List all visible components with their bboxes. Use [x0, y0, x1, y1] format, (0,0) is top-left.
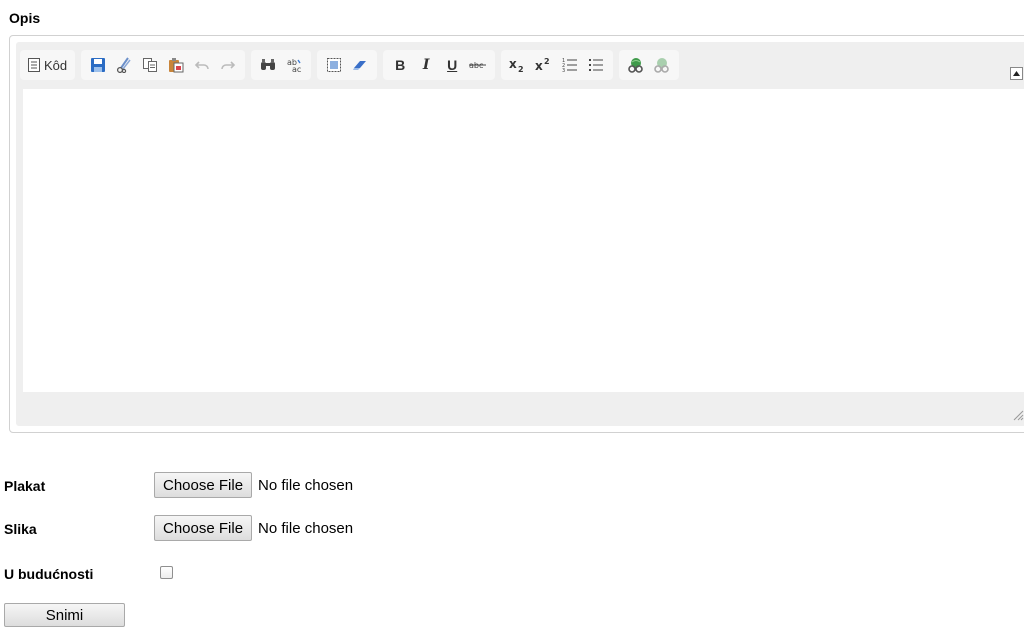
toolbar-group-links	[619, 50, 680, 80]
toolbar-group-clipboard	[81, 50, 246, 80]
slika-file-status: No file chosen	[258, 519, 354, 537]
replace-icon: abac	[287, 58, 301, 73]
save-icon	[91, 58, 106, 72]
underline-icon: U	[447, 57, 458, 73]
numbered-list-icon: 123	[562, 58, 578, 73]
slika-label: Slika	[4, 521, 37, 537]
toolbar-group-find: ab ac	[251, 50, 312, 80]
redo-icon	[221, 61, 236, 70]
toolbar-collapse-button[interactable]	[1010, 67, 1023, 80]
bold-button[interactable]: B	[387, 52, 413, 78]
strikethrough-icon: abc	[469, 61, 487, 70]
collapse-up-icon	[1013, 71, 1020, 76]
svg-text:x: x	[509, 57, 517, 71]
editor-resize-handle[interactable]	[1012, 408, 1024, 426]
toolbar-group-basic-styles: B I U abc	[383, 50, 496, 80]
svg-text:ac: ac	[292, 65, 301, 73]
cut-button[interactable]	[111, 52, 137, 78]
slika-file-input: Choose File No file chosen	[154, 515, 353, 541]
undo-button[interactable]	[189, 52, 215, 78]
paste-icon	[169, 58, 184, 73]
unlink-icon	[654, 58, 669, 73]
slika-choose-file-button[interactable]: Choose File	[154, 515, 253, 541]
rich-text-editor: Kôd ab ac B I U abc x 2 x 2 1 2 3	[9, 35, 1024, 433]
superscript-icon: x2	[535, 57, 550, 73]
find-icon	[261, 59, 276, 70]
undo-icon	[195, 61, 209, 70]
source-icon	[28, 58, 40, 72]
editor-toolbar: Kôd ab ac B I U abc x 2 x 2 1 2 3	[20, 47, 685, 83]
plakat-file-input: Choose File No file chosen	[154, 472, 353, 498]
u-buducnosti-checkbox[interactable]	[160, 566, 173, 579]
plakat-file-status: No file chosen	[258, 476, 354, 494]
paste-button[interactable]	[163, 52, 189, 78]
underline-button[interactable]: U	[439, 52, 465, 78]
italic-button[interactable]: I	[413, 52, 439, 78]
svg-text:3: 3	[562, 68, 565, 73]
find-button[interactable]	[255, 52, 281, 78]
bulleted-list-icon	[589, 59, 604, 71]
plakat-choose-file-button[interactable]: Choose File	[154, 472, 253, 498]
svg-text:2: 2	[544, 57, 550, 66]
resize-grip-icon	[1013, 410, 1024, 421]
remove-format-button[interactable]	[347, 52, 373, 78]
select-all-button[interactable]	[321, 52, 347, 78]
strikethrough-button[interactable]: abc	[465, 52, 491, 78]
bulleted-list-button[interactable]	[583, 52, 609, 78]
svg-text:x: x	[535, 59, 543, 73]
source-button[interactable]: Kôd	[24, 52, 71, 78]
bold-icon: B	[395, 57, 406, 73]
source-button-label: Kôd	[44, 57, 68, 73]
cut-icon	[117, 57, 131, 73]
snimi-button[interactable]: Snimi	[4, 603, 125, 627]
select-all-icon	[327, 58, 342, 72]
italic-icon: I	[422, 57, 430, 73]
link-button[interactable]	[623, 52, 649, 78]
editor-frame: Kôd ab ac B I U abc x 2 x 2 1 2 3	[16, 42, 1024, 426]
subscript-icon: x2	[509, 57, 524, 73]
editor-content-area[interactable]	[23, 89, 1024, 392]
unlink-button[interactable]	[649, 52, 675, 78]
toolbar-group-selection	[317, 50, 378, 80]
replace-button[interactable]: ab ac	[281, 52, 307, 78]
toolbar-group-document: Kôd	[20, 50, 76, 80]
copy-button[interactable]	[137, 52, 163, 78]
copy-icon	[143, 58, 158, 72]
u-buducnosti-label: U budućnosti	[4, 566, 94, 582]
svg-text:2: 2	[518, 65, 524, 73]
subscript-button[interactable]: x2	[505, 52, 531, 78]
numbered-list-button[interactable]: 123	[557, 52, 583, 78]
redo-button[interactable]	[215, 52, 241, 78]
opis-label: Opis	[9, 10, 41, 26]
superscript-button[interactable]: x2	[531, 52, 557, 78]
link-icon	[628, 58, 643, 73]
remove-format-icon	[353, 61, 367, 70]
toolbar-group-paragraph: x2 x2 123	[501, 50, 614, 80]
plakat-label: Plakat	[4, 478, 46, 494]
save-button[interactable]	[85, 52, 111, 78]
